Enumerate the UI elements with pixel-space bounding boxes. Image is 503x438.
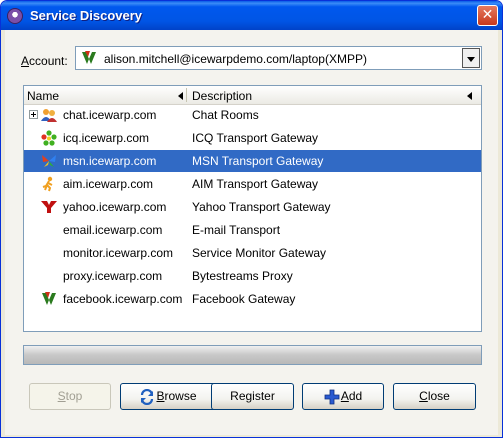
chevron-down-icon[interactable] [462,48,480,68]
yahoo-y-icon [41,201,57,213]
list-item[interactable]: chat.icewarp.com Chat Rooms [24,104,481,126]
list-item[interactable]: proxy.icewarp.com Bytestreams Proxy [24,265,481,287]
list-header: Name Description [24,86,481,105]
list-item[interactable]: facebook.icewarp.com Facebook Gateway [24,288,481,310]
title-bar[interactable]: Service Discovery ✕ [1,1,502,30]
column-header-description[interactable]: Description [192,89,252,103]
service-discovery-window: Service Discovery ✕ Account: alison.mitc… [0,0,503,438]
account-label: Account: [21,54,68,68]
account-value: alison.mitchell@icewarpdemo.com/laptop(X… [104,52,367,66]
account-v-icon [82,51,96,64]
list-item[interactable]: aim.icewarp.com AIM Transport Gateway [24,173,481,195]
app-icon [7,8,23,24]
browse-button[interactable]: Browse [120,383,216,410]
expand-plus-icon[interactable] [29,110,38,119]
list-item[interactable]: icq.icewarp.com ICQ Transport Gateway [24,127,481,149]
icq-flower-icon [41,130,57,146]
close-button[interactable]: Close [393,383,476,410]
add-button[interactable]: Add [302,383,384,410]
account-select[interactable]: alison.mitchell@icewarpdemo.com/laptop(X… [75,46,482,70]
facebook-v-icon [42,292,56,305]
window-close-button[interactable]: ✕ [477,5,498,26]
sort-arrow-icon [467,92,472,100]
aim-runner-icon [42,176,53,192]
list-item[interactable]: email.icewarp.com E-mail Transport [24,219,481,241]
chat-rooms-icon [41,109,57,122]
stop-button[interactable]: Stop [29,383,111,410]
sort-arrow-icon [178,92,183,100]
services-list[interactable]: Name Description chat.icewarp.com Chat R… [23,85,482,332]
list-item[interactable]: monitor.icewarp.com Service Monitor Gate… [24,242,481,264]
register-button[interactable]: Register [211,383,294,410]
column-divider[interactable] [186,88,187,102]
window-title: Service Discovery [30,8,143,23]
list-item-selected[interactable]: msn.icewarp.com MSN Transport Gateway [24,150,481,172]
discovery-progress-bar [23,345,482,365]
msn-butterfly-icon [42,155,56,167]
refresh-icon [141,388,154,405]
plus-icon [324,389,340,405]
column-header-name[interactable]: Name [27,89,59,103]
list-item[interactable]: yahoo.icewarp.com Yahoo Transport Gatewa… [24,196,481,218]
